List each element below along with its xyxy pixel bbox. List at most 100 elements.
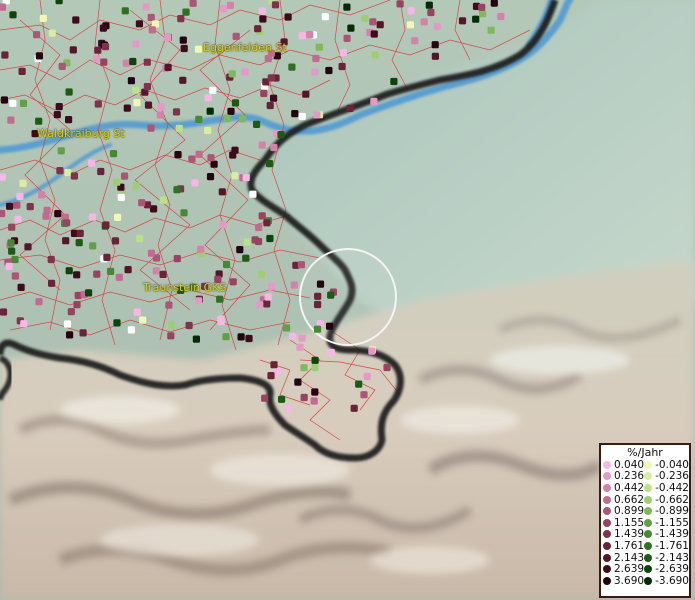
station-marker[interactable]: [258, 7, 266, 15]
station-marker[interactable]: [197, 245, 205, 253]
station-marker[interactable]: [56, 167, 64, 175]
station-marker[interactable]: [223, 114, 231, 122]
station-marker[interactable]: [270, 143, 278, 152]
station-marker[interactable]: [231, 146, 239, 154]
station-marker[interactable]: [19, 99, 28, 107]
station-marker[interactable]: [291, 110, 299, 118]
station-marker[interactable]: [159, 196, 167, 204]
station-marker[interactable]: [249, 190, 257, 198]
station-marker[interactable]: [35, 117, 43, 125]
station-marker[interactable]: [278, 395, 286, 403]
station-marker[interactable]: [66, 331, 74, 339]
station-marker[interactable]: [88, 159, 96, 167]
station-marker[interactable]: [298, 32, 306, 40]
station-marker[interactable]: [210, 160, 218, 168]
station-marker[interactable]: [420, 18, 428, 26]
station-marker[interactable]: [368, 347, 376, 355]
station-marker[interactable]: [63, 320, 72, 328]
station-marker[interactable]: [123, 104, 131, 112]
station-marker[interactable]: [227, 107, 235, 115]
station-marker[interactable]: [11, 272, 19, 280]
station-marker[interactable]: [5, 262, 13, 270]
station-marker[interactable]: [179, 76, 187, 84]
station-marker[interactable]: [311, 363, 319, 372]
station-marker[interactable]: [257, 270, 266, 278]
station-marker[interactable]: [48, 29, 56, 37]
station-marker[interactable]: [479, 10, 487, 18]
station-marker[interactable]: [117, 193, 125, 201]
station-marker[interactable]: [223, 260, 231, 269]
station-marker[interactable]: [93, 55, 101, 63]
station-marker[interactable]: [226, 1, 234, 9]
station-marker[interactable]: [63, 219, 71, 227]
station-marker[interactable]: [121, 7, 129, 15]
station-marker[interactable]: [111, 237, 120, 245]
station-marker[interactable]: [70, 172, 78, 180]
station-marker[interactable]: [97, 167, 105, 176]
station-marker[interactable]: [1, 51, 9, 59]
station-marker[interactable]: [127, 77, 135, 85]
station-marker[interactable]: [487, 26, 495, 34]
station-marker[interactable]: [58, 62, 66, 70]
station-marker[interactable]: [300, 393, 308, 402]
station-marker[interactable]: [242, 174, 250, 182]
station-marker[interactable]: [165, 301, 173, 309]
station-marker[interactable]: [194, 297, 203, 305]
station-marker[interactable]: [321, 13, 329, 21]
station-marker[interactable]: [53, 111, 61, 119]
station-marker[interactable]: [9, 99, 17, 107]
station-marker[interactable]: [75, 239, 83, 247]
station-marker[interactable]: [152, 267, 160, 275]
station-marker[interactable]: [0, 209, 6, 218]
station-marker[interactable]: [313, 325, 322, 333]
station-marker[interactable]: [133, 99, 141, 107]
station-marker[interactable]: [306, 31, 314, 39]
station-marker[interactable]: [99, 24, 107, 32]
station-marker[interactable]: [350, 404, 358, 412]
station-marker[interactable]: [85, 289, 93, 297]
station-marker[interactable]: [326, 322, 334, 330]
station-marker[interactable]: [55, 103, 63, 111]
station-marker[interactable]: [47, 255, 55, 264]
station-marker[interactable]: [109, 150, 118, 158]
station-marker[interactable]: [26, 203, 34, 211]
station-marker[interactable]: [325, 66, 333, 75]
station-marker[interactable]: [195, 115, 203, 123]
station-marker[interactable]: [296, 343, 304, 351]
station-marker[interactable]: [256, 301, 264, 309]
station-marker[interactable]: [406, 21, 414, 29]
station-marker[interactable]: [266, 101, 274, 110]
station-marker[interactable]: [100, 58, 108, 66]
station-marker[interactable]: [355, 380, 363, 388]
station-marker[interactable]: [271, 1, 280, 9]
station-marker[interactable]: [314, 292, 322, 300]
station-marker[interactable]: [425, 1, 433, 9]
station-marker[interactable]: [43, 206, 51, 214]
station-marker[interactable]: [431, 41, 439, 49]
station-marker[interactable]: [156, 111, 164, 119]
station-marker[interactable]: [298, 112, 306, 121]
station-marker[interactable]: [270, 94, 278, 102]
station-marker[interactable]: [88, 213, 97, 221]
station-marker[interactable]: [312, 54, 320, 63]
station-marker[interactable]: [242, 254, 250, 262]
station-marker[interactable]: [218, 188, 226, 196]
station-marker[interactable]: [315, 43, 323, 51]
station-marker[interactable]: [65, 88, 73, 96]
station-marker[interactable]: [343, 3, 351, 11]
station-marker[interactable]: [167, 332, 175, 340]
station-marker[interactable]: [228, 70, 236, 78]
station-marker[interactable]: [229, 278, 237, 286]
station-marker[interactable]: [258, 212, 266, 220]
station-marker[interactable]: [65, 267, 73, 275]
station-marker[interactable]: [209, 86, 217, 94]
station-marker[interactable]: [363, 372, 371, 381]
station-marker[interactable]: [147, 124, 155, 132]
station-marker[interactable]: [268, 283, 276, 291]
station-marker[interactable]: [206, 173, 215, 181]
station-marker[interactable]: [0, 96, 8, 104]
station-marker[interactable]: [327, 291, 335, 299]
station-marker[interactable]: [236, 246, 244, 254]
station-marker[interactable]: [241, 68, 249, 76]
station-marker[interactable]: [101, 43, 110, 51]
